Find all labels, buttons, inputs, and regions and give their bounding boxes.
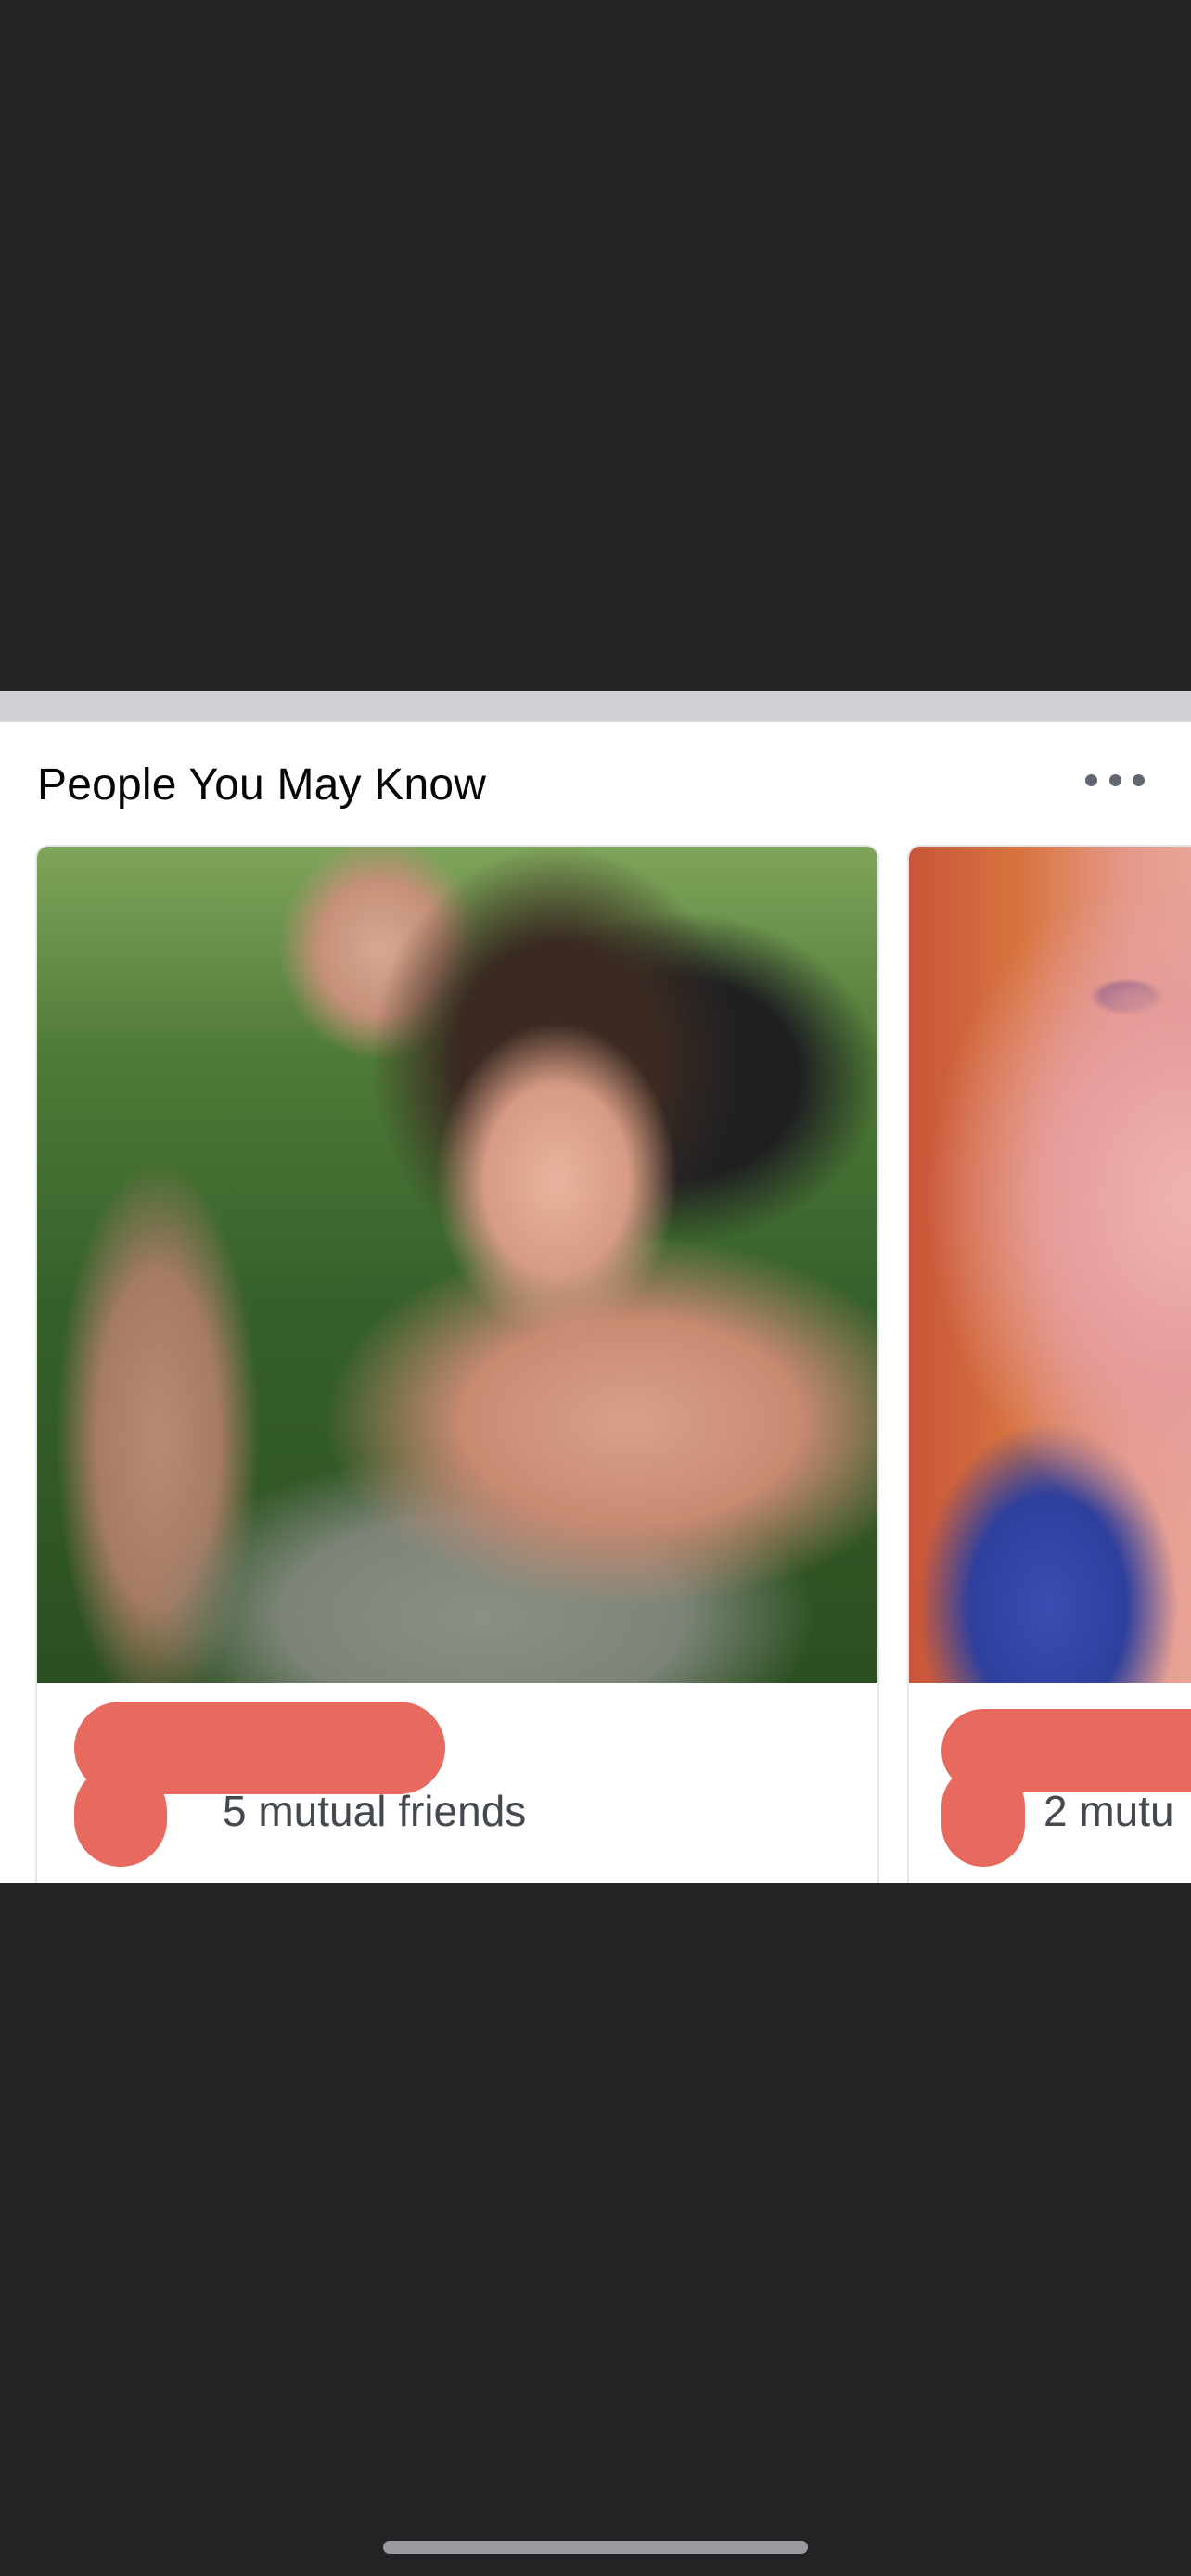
name-redaction [74,1765,167,1867]
top-dark-area [0,0,1191,691]
more-horizontal-icon [1085,773,1097,786]
suggestion-card[interactable]: 5 mutual friends [35,845,879,1883]
more-horizontal-icon-dot [1133,773,1145,786]
suggestion-card[interactable]: 2 mutu [907,845,1191,1883]
mutual-friends-count: 2 mutu [1044,1787,1174,1835]
profile-photo[interactable] [909,847,1191,1683]
section-divider [0,691,1191,722]
people-you-may-know-section: People You May Know 5 mutual friends 2 m… [0,722,1191,1883]
mutual-friends-count: 5 mutual friends [223,1787,527,1835]
profile-photo[interactable] [37,847,877,1683]
bottom-dark-area [0,1883,1191,2576]
mutual-friends-row[interactable]: 5 mutual friends [223,1783,526,1839]
home-indicator[interactable] [383,2541,808,2554]
more-horizontal-icon-dot [1108,773,1121,786]
section-title: People You May Know [37,760,487,810]
more-options-button[interactable] [1085,766,1145,794]
mutual-friends-row[interactable]: 2 mutu [1044,1783,1174,1839]
name-redaction [941,1765,1025,1867]
